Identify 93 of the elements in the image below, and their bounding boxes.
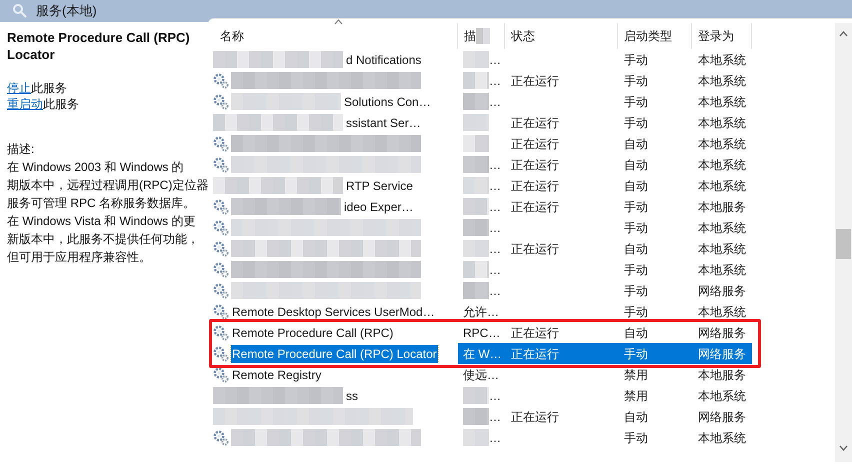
table-cell-text: 正在运行 (511, 198, 559, 216)
table-cell-text: 正在运行 (511, 114, 559, 132)
table-cell-text: RPC… (463, 324, 500, 342)
service-title: Remote Procedure Call (RPC) Locator (7, 29, 191, 63)
description-line: 新版本中，此服务不提供任何功能， (7, 231, 200, 248)
table-cell-text: … (489, 430, 501, 446)
table-cell-text: … (489, 156, 501, 174)
table-cell-text: 手动 (624, 198, 648, 216)
table-cell-text: … (489, 388, 501, 404)
table-cell-text: 本地系统 (698, 240, 746, 258)
table-cell-text: 本地系统 (698, 178, 746, 194)
table-cell-text: 手动 (624, 52, 648, 68)
table-cell-text: 手动 (624, 262, 648, 278)
table-cell-text: 手动 (624, 282, 648, 300)
table-cell-text: 正在运行 (511, 240, 559, 258)
table-cell-text: 正在运行 (511, 346, 559, 362)
table-cell-text: … (489, 240, 501, 258)
table-cell-text: 手动 (624, 114, 648, 132)
table-cell-text: 自动 (624, 178, 648, 194)
service-name[interactable]: ss (345, 386, 359, 404)
table-cell-text: … (489, 94, 501, 110)
action-text: 此服务 (43, 96, 79, 112)
table-cell-text: 手动 (624, 430, 648, 446)
description-line: 服务可管理 RPC 名称服务数据库。 (7, 195, 196, 212)
table-cell-text: … (489, 282, 501, 300)
table-cell-text: 手动 (624, 220, 648, 236)
table-cell-text: 本地系统 (698, 136, 746, 152)
table-cell-text: 本地系统 (698, 304, 746, 320)
column-header[interactable]: 描 (464, 27, 476, 45)
table-cell-text: 自动 (624, 136, 648, 152)
table-cell-text: 网络服务 (698, 282, 746, 300)
table-cell-text: 本地系统 (698, 156, 746, 174)
service-name[interactable]: ssistant Ser… (345, 114, 422, 132)
table-cell-text: 自动 (624, 240, 648, 258)
table-cell-text: 本地系统 (698, 94, 746, 110)
description-label: 描述: (7, 141, 36, 158)
table-cell-text: 本地系统 (698, 220, 746, 236)
column-header[interactable]: 启动类型 (624, 27, 672, 45)
table-cell-text: 正在运行 (511, 72, 559, 90)
table-cell-text: 网络服务 (698, 346, 746, 362)
table-cell-text: 本地系统 (698, 72, 746, 90)
table-cell-text: … (489, 72, 501, 90)
table-cell-text: … (489, 408, 501, 426)
table-cell-text: 手动 (624, 346, 648, 362)
table-cell-text: 自动 (624, 156, 648, 174)
table-cell-text: 手动 (624, 304, 648, 320)
table-cell-text: … (489, 220, 501, 236)
table-cell-text: 本地系统 (698, 430, 746, 446)
table-cell-text: 正在运行 (511, 408, 559, 426)
description-line: 在 Windows Vista 和 Windows 的更 (7, 213, 196, 230)
table-cell-text: 自动 (624, 408, 648, 426)
description-line: 但可用于应用程序兼容性。 (7, 249, 152, 266)
table-cell-text: 使远… (463, 366, 499, 384)
column-header[interactable]: 状态 (511, 27, 535, 45)
table-cell-text: 允许… (463, 304, 499, 320)
service-name[interactable]: ideo Exper… (343, 198, 414, 216)
description-line: 期版本中，远程过程调用(RPC)定位器 (7, 177, 208, 194)
column-header[interactable]: 登录为 (698, 27, 734, 45)
table-cell-text: … (489, 52, 501, 68)
action-link[interactable]: 停止 (7, 80, 31, 96)
table-cell-text: 禁用 (624, 388, 648, 404)
action-link[interactable]: 重启动 (7, 96, 43, 112)
table-cell-text: 在 W… (463, 346, 502, 362)
table-cell-text: 正在运行 (511, 156, 559, 174)
service-name[interactable]: d Notifications (345, 50, 422, 68)
table-cell-text: 禁用 (624, 366, 648, 384)
service-name[interactable]: Solutions Con… (343, 92, 432, 110)
table-cell-text: 自动 (624, 324, 648, 342)
table-cell-text: 正在运行 (511, 324, 559, 342)
service-name[interactable]: Remote Procedure Call (RPC) Locator (231, 344, 438, 362)
table-cell-text: … (489, 198, 501, 216)
service-name[interactable]: Remote Desktop Services UserMod… (231, 302, 436, 320)
table-cell-text: 本地系统 (698, 114, 746, 132)
table-cell-text: 本地系统 (698, 52, 746, 68)
table-cell-text: 本地系统 (698, 388, 746, 404)
table-cell-text: 手动 (624, 94, 648, 110)
window-title: 服务(本地) (36, 2, 97, 20)
action-text: 此服务 (31, 80, 67, 96)
table-cell-text: 手动 (624, 72, 648, 90)
table-cell-text: 网络服务 (698, 408, 746, 426)
table-cell-text: 正在运行 (511, 178, 559, 194)
table-cell-text: 本地服务 (698, 366, 746, 384)
service-name[interactable]: Remote Procedure Call (RPC) (231, 324, 394, 342)
service-name[interactable]: RTP Service (345, 176, 414, 194)
description-line: 在 Windows 2003 和 Windows 的 (7, 159, 185, 176)
service-name[interactable]: Remote Registry (231, 366, 322, 384)
table-cell-text: 本地系统 (698, 262, 746, 278)
table-cell-text: 本地服务 (698, 198, 746, 216)
table-cell-text: … (489, 178, 501, 194)
table-cell-text: … (489, 262, 501, 278)
column-header[interactable]: 名称 (220, 27, 244, 45)
table-cell-text: 网络服务 (698, 324, 746, 342)
table-cell-text: 正在运行 (511, 136, 559, 152)
